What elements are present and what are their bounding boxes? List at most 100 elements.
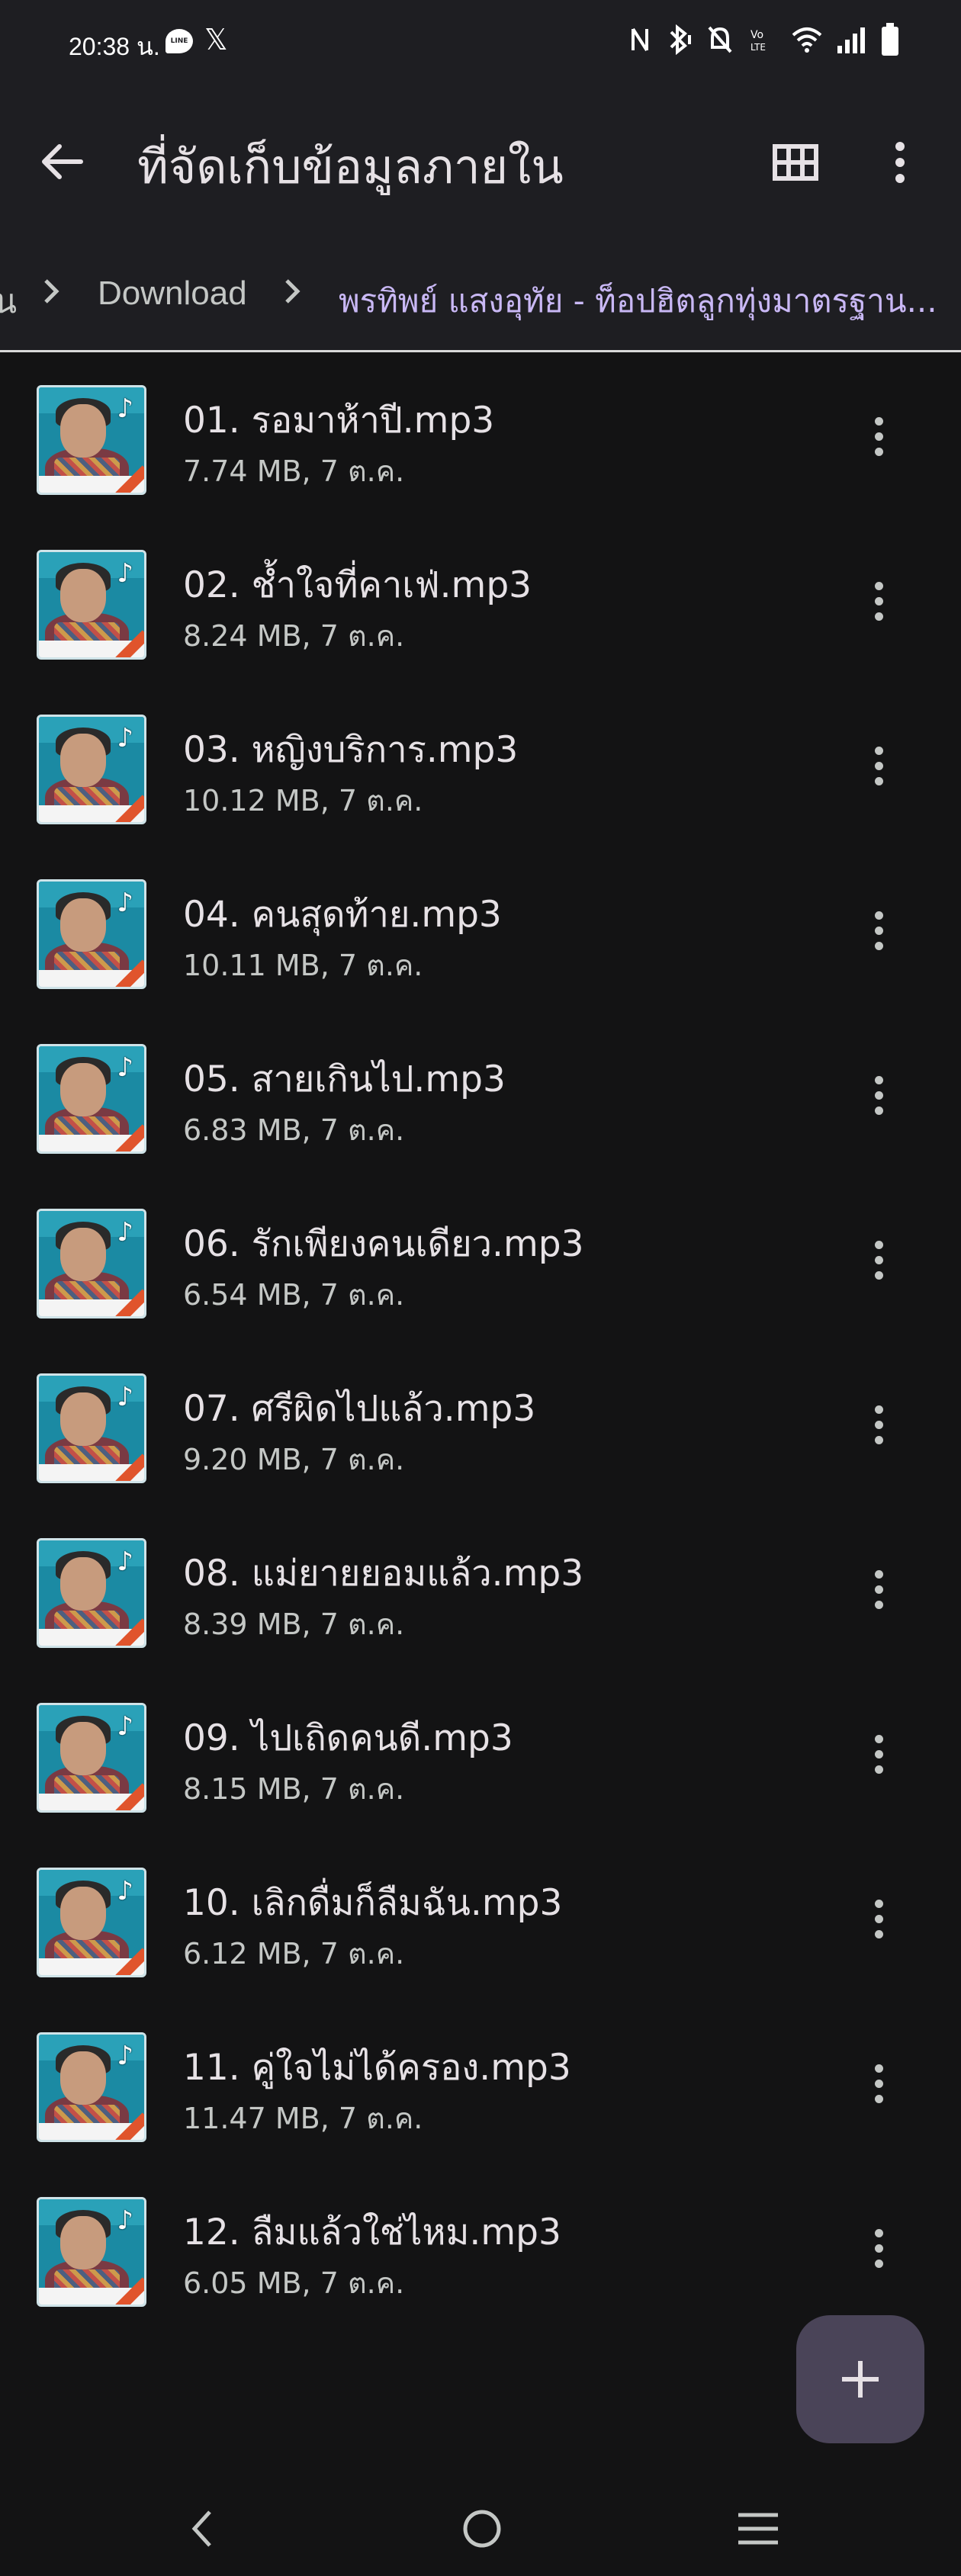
file-row[interactable]: ♪ 03. หญิงบริการ.mp3 10.12 MB, 7 ต.ค. xyxy=(0,684,961,849)
music-note-icon: ♪ xyxy=(117,1217,133,1248)
file-meta: 7.74 MB, 7 ต.ค. xyxy=(183,454,405,488)
signal-icon xyxy=(837,27,865,53)
album-art-thumbnail: ♪ xyxy=(37,2032,146,2142)
file-name: 10. เลิกดื่มก็ลืมฉัน.mp3 xyxy=(183,1882,563,1924)
file-row[interactable]: ♪ 11. คู่ใจไม่ได้ครอง.mp3 11.47 MB, 7 ต.… xyxy=(0,2002,961,2166)
status-indicators: Vo LTE xyxy=(628,23,900,56)
file-name: 01. รอมาห้าปี.mp3 xyxy=(183,400,495,442)
wifi-icon xyxy=(792,27,822,53)
music-note-icon: ♪ xyxy=(117,1547,133,1577)
breadcrumb-current-folder[interactable]: พรทิพย์ แสงอุทัย - ท็อปฮิตลูกทุ่งมาตรฐาน… xyxy=(339,276,961,326)
file-name: 11. คู่ใจไม่ได้ครอง.mp3 xyxy=(183,2047,571,2089)
album-art-thumbnail: ♪ xyxy=(37,1209,146,1319)
nav-back-icon[interactable] xyxy=(187,2506,217,2552)
music-note-icon: ♪ xyxy=(117,1876,133,1906)
file-row[interactable]: ♪ 07. ศรีผิดไปแล้ว.mp3 9.20 MB, 7 ต.ค. xyxy=(0,1343,961,1508)
page-title: ที่จัดเก็บข้อมูลภายใน xyxy=(137,139,564,194)
music-note-icon: ♪ xyxy=(117,2041,133,2071)
music-note-icon: ♪ xyxy=(117,2205,133,2236)
more-vert-icon[interactable] xyxy=(869,1900,888,1945)
file-row[interactable]: ♪ 01. รอมาห้าปี.mp3 7.74 MB, 7 ต.ค. xyxy=(0,355,961,519)
file-meta: 8.24 MB, 7 ต.ค. xyxy=(183,619,405,653)
file-name: 02. ช้ำใจที่คาเฟ่.mp3 xyxy=(183,564,532,606)
more-vert-icon[interactable] xyxy=(869,1405,888,1451)
file-row[interactable]: ♪ 05. สายเกินไป.mp3 6.83 MB, 7 ต.ค. xyxy=(0,1013,961,1178)
line-app-icon: LINE xyxy=(166,29,193,53)
file-meta: 8.15 MB, 7 ต.ค. xyxy=(183,1772,405,1806)
file-meta: 9.20 MB, 7 ต.ค. xyxy=(183,1443,405,1476)
app-bar: ที่จัดเก็บข้อมูลภายใน xyxy=(0,88,961,230)
file-name: 12. ลืมแล้วใช่ไหม.mp3 xyxy=(183,2211,561,2253)
file-meta: 10.11 MB, 7 ต.ค. xyxy=(183,949,423,982)
file-name: 07. ศรีผิดไปแล้ว.mp3 xyxy=(183,1388,536,1430)
breadcrumb-prev-item[interactable]: น xyxy=(0,275,17,328)
more-vert-icon[interactable] xyxy=(869,1570,888,1616)
file-name: 08. แม่ยายยอมแล้ว.mp3 xyxy=(183,1553,584,1595)
more-vert-icon[interactable] xyxy=(869,1076,888,1122)
file-meta: 6.54 MB, 7 ต.ค. xyxy=(183,1278,405,1312)
chevron-right-icon xyxy=(44,279,59,304)
file-name: 03. หญิงบริการ.mp3 xyxy=(183,729,519,771)
file-row[interactable]: ♪ 02. ช้ำใจที่คาเฟ่.mp3 8.24 MB, 7 ต.ค. xyxy=(0,519,961,684)
music-note-icon: ♪ xyxy=(117,723,133,753)
file-row[interactable]: ♪ 06. รักเพียงคนเดียว.mp3 6.54 MB, 7 ต.ค… xyxy=(0,1178,961,1343)
svg-text:LTE: LTE xyxy=(750,42,766,53)
status-time: 20:38 น. xyxy=(69,33,160,60)
file-meta: 10.12 MB, 7 ต.ค. xyxy=(183,784,423,817)
status-bar: 20:38 น. LINE 𝕏 Vo LTE xyxy=(0,0,961,88)
battery-icon xyxy=(882,23,898,56)
add-fab-button[interactable] xyxy=(796,2315,924,2443)
breadcrumb-download[interactable]: Download xyxy=(98,275,247,313)
album-art-thumbnail: ♪ xyxy=(37,879,146,989)
music-note-icon: ♪ xyxy=(117,1382,133,1412)
file-list: ♪ 01. รอมาห้าปี.mp3 7.74 MB, 7 ต.ค. ♪ 02… xyxy=(0,355,961,2331)
more-vert-icon[interactable] xyxy=(869,1735,888,1781)
more-vert-icon[interactable] xyxy=(869,747,888,792)
music-note-icon: ♪ xyxy=(117,1711,133,1742)
file-name: 04. คนสุดท้าย.mp3 xyxy=(183,894,502,936)
file-name: 06. รักเพียงคนเดียว.mp3 xyxy=(183,1223,584,1265)
mute-icon xyxy=(708,26,732,53)
file-row[interactable]: ♪ 09. ไปเถิดคนดี.mp3 8.15 MB, 7 ต.ค. xyxy=(0,1672,961,1837)
back-arrow-icon[interactable] xyxy=(40,139,85,185)
nav-recents-icon[interactable] xyxy=(735,2510,781,2547)
file-meta: 11.47 MB, 7 ต.ค. xyxy=(183,2102,423,2135)
album-art-thumbnail: ♪ xyxy=(37,1538,146,1648)
music-note-icon: ♪ xyxy=(117,558,133,589)
album-art-thumbnail: ♪ xyxy=(37,1703,146,1813)
nav-home-icon[interactable] xyxy=(461,2506,503,2552)
more-vert-icon[interactable] xyxy=(869,911,888,957)
grid-view-icon[interactable] xyxy=(770,137,821,188)
more-vert-icon[interactable] xyxy=(869,2064,888,2110)
nfc-icon xyxy=(632,27,648,52)
album-art-thumbnail: ♪ xyxy=(37,715,146,824)
file-name: 05. สายเกินไป.mp3 xyxy=(183,1058,506,1100)
file-meta: 8.39 MB, 7 ต.ค. xyxy=(183,1608,405,1641)
file-meta: 6.12 MB, 7 ต.ค. xyxy=(183,1937,405,1971)
more-vert-icon[interactable] xyxy=(869,2229,888,2275)
file-row[interactable]: ♪ 12. ลืมแล้วใช่ไหม.mp3 6.05 MB, 7 ต.ค. xyxy=(0,2166,961,2331)
music-note-icon: ♪ xyxy=(117,393,133,424)
file-row[interactable]: ♪ 10. เลิกดื่มก็ลืมฉัน.mp3 6.12 MB, 7 ต.… xyxy=(0,1837,961,2002)
album-art-thumbnail: ♪ xyxy=(37,1373,146,1483)
breadcrumb: น Download พรทิพย์ แสงอุทัย - ท็อปฮิตลูก… xyxy=(0,230,961,352)
more-options-icon[interactable] xyxy=(885,137,915,188)
plus-icon xyxy=(842,2361,879,2398)
more-vert-icon[interactable] xyxy=(869,417,888,463)
album-art-thumbnail: ♪ xyxy=(37,2197,146,2307)
svg-text:Vo: Vo xyxy=(750,29,763,41)
file-meta: 6.05 MB, 7 ต.ค. xyxy=(183,2266,405,2300)
album-art-thumbnail: ♪ xyxy=(37,1044,146,1154)
bluetooth-icon xyxy=(670,24,691,55)
x-app-icon: 𝕏 xyxy=(204,23,228,56)
album-art-thumbnail: ♪ xyxy=(37,1868,146,1977)
album-art-thumbnail: ♪ xyxy=(37,550,146,660)
music-note-icon: ♪ xyxy=(117,888,133,918)
file-row[interactable]: ♪ 08. แม่ยายยอมแล้ว.mp3 8.39 MB, 7 ต.ค. xyxy=(0,1508,961,1672)
music-note-icon: ♪ xyxy=(117,1052,133,1083)
file-row[interactable]: ♪ 04. คนสุดท้าย.mp3 10.11 MB, 7 ต.ค. xyxy=(0,849,961,1013)
file-name: 09. ไปเถิดคนดี.mp3 xyxy=(183,1717,513,1759)
file-meta: 6.83 MB, 7 ต.ค. xyxy=(183,1113,405,1147)
more-vert-icon[interactable] xyxy=(869,582,888,628)
more-vert-icon[interactable] xyxy=(869,1241,888,1286)
